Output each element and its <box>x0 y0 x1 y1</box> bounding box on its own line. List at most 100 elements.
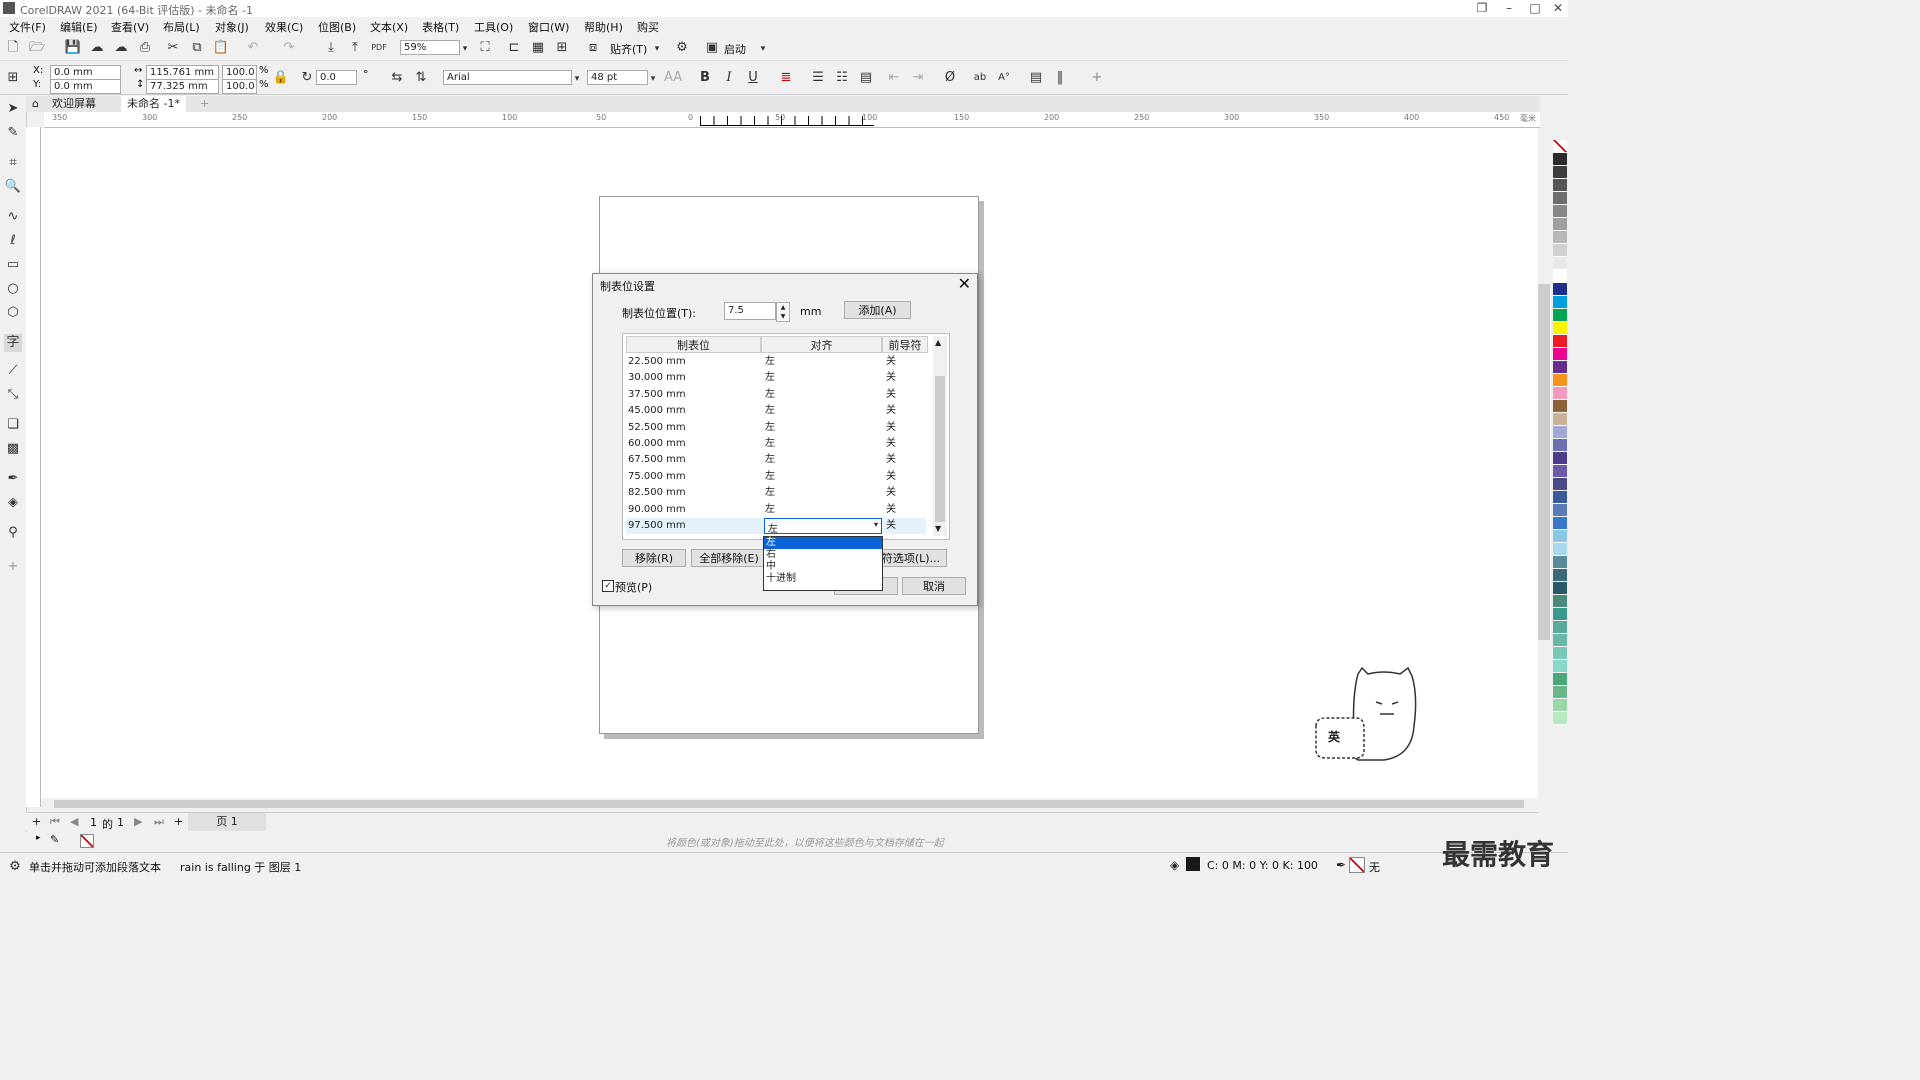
tab-stop-markers[interactable] <box>700 116 874 126</box>
snap-icon[interactable]: ⧈ <box>584 39 602 57</box>
palette-swatch[interactable] <box>1553 231 1567 244</box>
tab-leader-cell[interactable]: 关 <box>886 403 896 419</box>
pick-tool-icon[interactable]: ➤ <box>4 100 22 118</box>
launch-button[interactable]: 启动 <box>724 41 746 57</box>
add-page-after-icon[interactable]: + <box>174 815 183 828</box>
interactive-fill-icon[interactable]: ◈ <box>4 494 22 512</box>
menu-tools[interactable]: 工具(O) <box>474 19 513 35</box>
grid-icon[interactable]: ▦ <box>529 39 547 57</box>
palette-swatch[interactable] <box>1553 491 1567 504</box>
palette-expand-icon[interactable]: ▸ <box>36 833 41 843</box>
tab-align-cell[interactable]: 左 <box>765 370 775 386</box>
table-row[interactable]: 60.000 mm 左 关 <box>626 436 926 452</box>
freehand-tool-icon[interactable]: ∿ <box>4 208 22 226</box>
palette-swatch[interactable] <box>1553 634 1567 647</box>
palette-swatch[interactable] <box>1553 283 1567 296</box>
palette-swatch[interactable] <box>1553 686 1567 699</box>
palette-swatch[interactable] <box>1553 621 1567 634</box>
color-palette[interactable] <box>1552 140 1568 830</box>
parallel-dimension-icon[interactable]: ⟋ <box>4 362 22 380</box>
horizontal-scrollbar[interactable] <box>44 798 1538 810</box>
tab-align-cell[interactable]: 左 <box>765 420 775 436</box>
mirror-h-icon[interactable]: ⇆ <box>388 69 406 87</box>
palette-swatch[interactable] <box>1553 400 1567 413</box>
vertical-scroll-thumb[interactable] <box>1538 284 1550 640</box>
palette-swatch[interactable] <box>1553 556 1567 569</box>
decrease-indent-icon[interactable]: ⇤ <box>885 69 903 87</box>
text-properties-icon[interactable]: A° <box>995 69 1013 87</box>
align-option-center[interactable]: 中 <box>764 561 882 573</box>
cut-icon[interactable]: ✂ <box>164 39 182 57</box>
palette-swatch[interactable] <box>1553 244 1567 257</box>
y-position-field[interactable]: 0.0 mm <box>50 79 121 94</box>
tab-welcome[interactable]: 欢迎屏幕 <box>46 96 102 112</box>
mirror-v-icon[interactable]: ⇅ <box>412 69 430 87</box>
tab-leader-cell[interactable]: 关 <box>886 469 896 485</box>
font-list[interactable]: Arial <box>443 70 572 85</box>
tab-leader-cell[interactable]: 关 <box>886 354 896 370</box>
outline-pen-icon[interactable]: ✒ <box>1336 858 1346 872</box>
table-row[interactable]: 75.000 mm 左 关 <box>626 469 926 485</box>
restore-icon[interactable]: ❐ <box>1470 0 1494 17</box>
close-button[interactable]: ✕ <box>1546 0 1570 17</box>
table-row[interactable]: 22.500 mm 左 关 <box>626 354 926 370</box>
shape-tool-icon[interactable]: ✎ <box>4 124 22 142</box>
table-row[interactable]: 45.000 mm 左 关 <box>626 403 926 419</box>
undo-icon[interactable]: ↶ <box>244 39 262 57</box>
text-tool-icon[interactable]: 字 <box>4 334 22 352</box>
frame-text-icon[interactable]: ▤ <box>1027 69 1045 87</box>
add-button[interactable]: 添加(A) <box>844 301 911 319</box>
snap-to-button[interactable]: 贴齐(T) <box>610 41 647 57</box>
tab-leader-cell[interactable]: 关 <box>886 502 896 518</box>
menu-bitmaps[interactable]: 位图(B) <box>318 19 356 35</box>
rotation-field[interactable]: 0.0 <box>316 70 357 85</box>
palette-swatch[interactable] <box>1553 335 1567 348</box>
remove-button[interactable]: 移除(R) <box>622 549 686 567</box>
menu-window[interactable]: 窗口(W) <box>528 19 569 35</box>
copy-icon[interactable]: ⧉ <box>188 39 206 57</box>
tab-document[interactable]: 未命名 -1* <box>121 96 186 112</box>
menu-effects[interactable]: 效果(C) <box>265 19 303 35</box>
tab-align-cell[interactable]: 左 <box>765 354 775 370</box>
palette-swatch[interactable] <box>1553 517 1567 530</box>
numbered-list-icon[interactable]: ☷ <box>833 69 851 87</box>
palette-swatch[interactable] <box>1553 387 1567 400</box>
palette-swatch[interactable] <box>1553 569 1567 582</box>
width-field[interactable]: 115.761 mm <box>146 65 219 80</box>
launch-dropdown-icon[interactable]: ▾ <box>754 40 772 58</box>
palette-swatch[interactable] <box>1553 647 1567 660</box>
underline-button[interactable]: U <box>744 69 762 87</box>
remove-all-button[interactable]: 全部移除(E) <box>691 549 767 567</box>
palette-swatch[interactable] <box>1553 595 1567 608</box>
next-page-icon[interactable]: ▶ <box>134 815 142 828</box>
crop-tool-icon[interactable]: ⌗ <box>4 154 22 172</box>
tab-position-spinner[interactable]: ▲ ▼ <box>776 302 790 322</box>
cloud-download-icon[interactable]: ☁ <box>88 39 106 57</box>
table-scrollbar[interactable]: ▲ ▼ <box>933 336 947 536</box>
align-option-right[interactable]: 右 <box>764 549 882 561</box>
menu-object[interactable]: 对象(J) <box>215 19 249 35</box>
chevron-down-icon[interactable]: ▾ <box>874 520 878 529</box>
palette-swatch[interactable] <box>1553 361 1567 374</box>
first-page-icon[interactable]: ⏮ <box>50 815 60 829</box>
leader-options-button[interactable]: 符选项(L)... <box>875 549 947 567</box>
palette-swatch[interactable] <box>1553 439 1567 452</box>
palette-swatch[interactable] <box>1553 322 1567 335</box>
palette-swatch[interactable] <box>1553 426 1567 439</box>
tab-leader-cell[interactable]: 关 <box>886 452 896 468</box>
tab-align-cell[interactable]: 左 <box>765 452 775 468</box>
cloud-upload-icon[interactable]: ☁ <box>112 39 130 57</box>
palette-swatch[interactable] <box>1553 465 1567 478</box>
add-tab-button[interactable]: + <box>194 96 215 112</box>
bullet-list-icon[interactable]: ☰ <box>809 69 827 87</box>
object-origin-icon[interactable]: ⊞ <box>4 69 22 87</box>
tab-leader-cell[interactable]: 关 <box>886 518 896 534</box>
prev-page-icon[interactable]: ◀ <box>70 815 78 828</box>
fill-color-swatch[interactable] <box>1186 857 1200 871</box>
dialog-close-icon[interactable]: ✕ <box>958 274 971 293</box>
tab-align-cell[interactable]: 左 <box>765 436 775 452</box>
font-size-field[interactable]: 48 pt <box>587 70 648 85</box>
font-size-dropdown-icon[interactable]: ▾ <box>644 70 662 88</box>
palette-no-color-swatch[interactable] <box>1553 140 1567 153</box>
status-gear-icon[interactable]: ⚙ <box>6 858 24 876</box>
